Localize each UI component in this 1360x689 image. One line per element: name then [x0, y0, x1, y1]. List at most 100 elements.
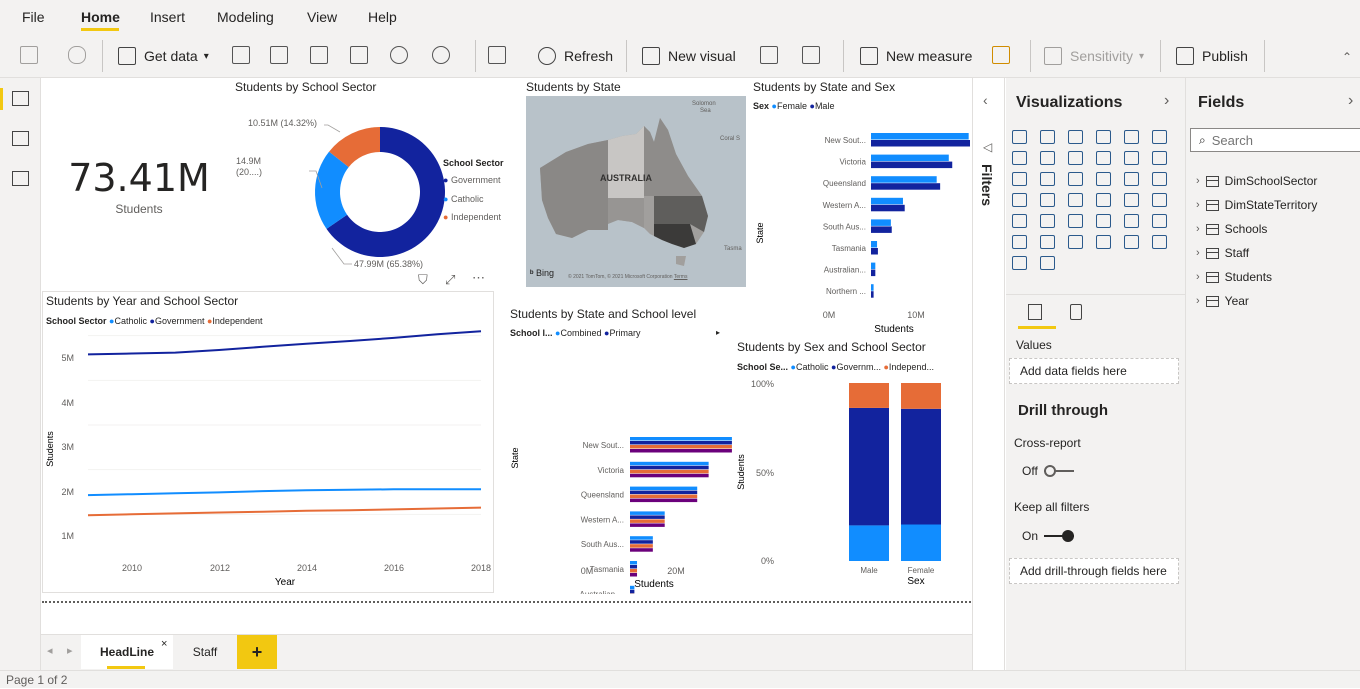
- field-table-year[interactable]: ›Year: [1196, 294, 1249, 308]
- sql-server-icon[interactable]: [310, 46, 328, 64]
- recent-sources-icon[interactable]: [432, 46, 450, 64]
- text-box-icon[interactable]: [760, 46, 778, 64]
- excel-icon[interactable]: [232, 46, 250, 64]
- kpi-card[interactable]: 73.41M Students: [56, 156, 222, 216]
- menu-file[interactable]: File: [22, 9, 45, 25]
- filter-icon[interactable]: ⛉: [418, 272, 428, 288]
- filters-pane-collapsed[interactable]: ‹ ◁ Filters: [972, 78, 1005, 670]
- model-view-icon[interactable]: [12, 171, 29, 186]
- field-table-staff[interactable]: ›Staff: [1196, 246, 1249, 260]
- scatter-icon[interactable]: [1068, 172, 1083, 186]
- clustered-bar-icon[interactable]: [1068, 130, 1083, 144]
- pie-icon[interactable]: [1096, 172, 1111, 186]
- cross-report-toggle[interactable]: [1044, 465, 1074, 477]
- area-icon[interactable]: [1040, 151, 1055, 165]
- new-visual-button[interactable]: New visual: [642, 44, 736, 68]
- 100-column-icon[interactable]: [1152, 130, 1167, 144]
- kpi-icon[interactable]: [1152, 193, 1167, 207]
- r-visual-icon[interactable]: [1096, 214, 1111, 228]
- fields-search[interactable]: ⌕: [1190, 128, 1360, 152]
- line-column-icon[interactable]: [1096, 151, 1111, 165]
- map-visual[interactable]: Students by State AUSTRALIA Solomon Sea …: [524, 78, 746, 288]
- stacked-bar-icon[interactable]: [1012, 130, 1027, 144]
- menu-view[interactable]: View: [307, 9, 337, 25]
- next-page-icon[interactable]: ▸: [67, 644, 73, 657]
- sensitivity-button[interactable]: Sensitivity▾: [1044, 44, 1144, 68]
- treemap-icon[interactable]: [1152, 172, 1167, 186]
- dataset-icon[interactable]: [270, 46, 288, 64]
- python-icon[interactable]: [1124, 214, 1139, 228]
- focus-mode-icon[interactable]: ⤢: [445, 272, 455, 288]
- paste-icon[interactable]: [20, 46, 38, 64]
- year-sector-visual[interactable]: Students by Year and School Sector Schoo…: [42, 291, 494, 593]
- new-measure-button[interactable]: New measure: [860, 44, 972, 68]
- tab-headline[interactable]: HeadLine: [81, 635, 173, 669]
- close-tab-icon[interactable]: ×: [161, 638, 167, 650]
- state-level-visual[interactable]: Students by State and School level Schoo…: [506, 304, 738, 594]
- donut-visual[interactable]: Students by School Sector 10.51M (14.32%…: [232, 78, 522, 278]
- arcgis-icon[interactable]: [1012, 256, 1027, 270]
- field-table-schools[interactable]: ›Schools: [1196, 222, 1267, 236]
- map-terms-link[interactable]: Terms: [674, 274, 688, 280]
- report-view-icon[interactable]: [12, 91, 29, 106]
- values-dropbox[interactable]: Add data fields here: [1009, 358, 1179, 384]
- drill-through-dropbox[interactable]: Add drill-through fields here: [1009, 558, 1179, 584]
- menu-modeling[interactable]: Modeling: [217, 9, 274, 25]
- table-icon[interactable]: [1040, 214, 1055, 228]
- stacked-column-icon[interactable]: [1040, 130, 1055, 144]
- decomposition-icon[interactable]: [1012, 235, 1027, 249]
- enter-data-icon[interactable]: [350, 46, 368, 64]
- donut-legend-independent[interactable]: ● Independent: [443, 212, 501, 222]
- more-visuals-icon[interactable]: [802, 46, 820, 64]
- donut-icon[interactable]: [1124, 172, 1139, 186]
- tab-staff[interactable]: Staff: [173, 635, 237, 669]
- search-input[interactable]: [1212, 133, 1342, 148]
- data-view-icon[interactable]: [12, 131, 29, 146]
- filled-map-icon[interactable]: [1040, 193, 1055, 207]
- paginated-icon[interactable]: [1096, 235, 1111, 249]
- format-paint-roller-icon[interactable]: [1070, 304, 1082, 320]
- fields-well-icon[interactable]: [1028, 304, 1042, 320]
- 100-bar-icon[interactable]: [1124, 130, 1139, 144]
- card-icon[interactable]: [1096, 193, 1111, 207]
- donut-legend-catholic[interactable]: ● Catholic: [443, 194, 483, 204]
- keep-filters-toggle[interactable]: [1044, 530, 1074, 542]
- stacked-area-icon[interactable]: [1068, 151, 1083, 165]
- transform-data-icon[interactable]: [488, 46, 506, 64]
- field-table-dimschoolsector[interactable]: ›DimSchoolSector: [1196, 174, 1317, 188]
- clustered-column-icon[interactable]: [1096, 130, 1111, 144]
- more-options-icon[interactable]: ⋯: [472, 270, 485, 286]
- smart-narrative-icon[interactable]: [1068, 235, 1083, 249]
- menu-help[interactable]: Help: [368, 9, 397, 25]
- state-sex-visual[interactable]: Students by State and Sex Sex ●Female ●M…: [750, 78, 970, 340]
- key-influencers-icon[interactable]: [1152, 214, 1167, 228]
- ribbon-icon[interactable]: [1152, 151, 1167, 165]
- donut-legend-government[interactable]: ● Government: [443, 175, 500, 185]
- get-data-button[interactable]: Get data▾: [118, 44, 209, 68]
- expand-filters-icon[interactable]: ‹: [983, 92, 988, 108]
- quick-measure-icon[interactable]: [992, 46, 1010, 64]
- field-table-students[interactable]: ›Students: [1196, 270, 1272, 284]
- funnel-icon[interactable]: [1040, 172, 1055, 186]
- menu-home[interactable]: Home: [81, 9, 120, 25]
- menu-insert[interactable]: Insert: [150, 9, 185, 25]
- format-painter-icon[interactable]: [68, 46, 86, 64]
- multirow-card-icon[interactable]: [1124, 193, 1139, 207]
- publish-button[interactable]: Publish: [1176, 44, 1248, 68]
- sex-sector-visual[interactable]: Students by Sex and School Sector School…: [734, 338, 970, 594]
- matrix-icon[interactable]: [1068, 214, 1083, 228]
- collapse-viz-icon[interactable]: ›: [1164, 92, 1169, 110]
- collapse-ribbon-icon[interactable]: ⌃: [1342, 50, 1352, 64]
- line-clustered-icon[interactable]: [1124, 151, 1139, 165]
- line-icon[interactable]: [1012, 151, 1027, 165]
- power-automate-icon[interactable]: [1152, 235, 1167, 249]
- waterfall-icon[interactable]: [1012, 172, 1027, 186]
- gauge-icon[interactable]: [1068, 193, 1083, 207]
- qa-icon[interactable]: [1040, 235, 1055, 249]
- dataverse-icon[interactable]: [390, 46, 408, 64]
- map-icon[interactable]: [1012, 193, 1027, 207]
- refresh-button[interactable]: Refresh: [538, 44, 613, 68]
- power-apps-icon[interactable]: [1124, 235, 1139, 249]
- map-area[interactable]: AUSTRALIA Solomon Sea Coral S Tasma ᵇ Bi…: [526, 96, 746, 287]
- prev-page-icon[interactable]: ◂: [47, 644, 53, 657]
